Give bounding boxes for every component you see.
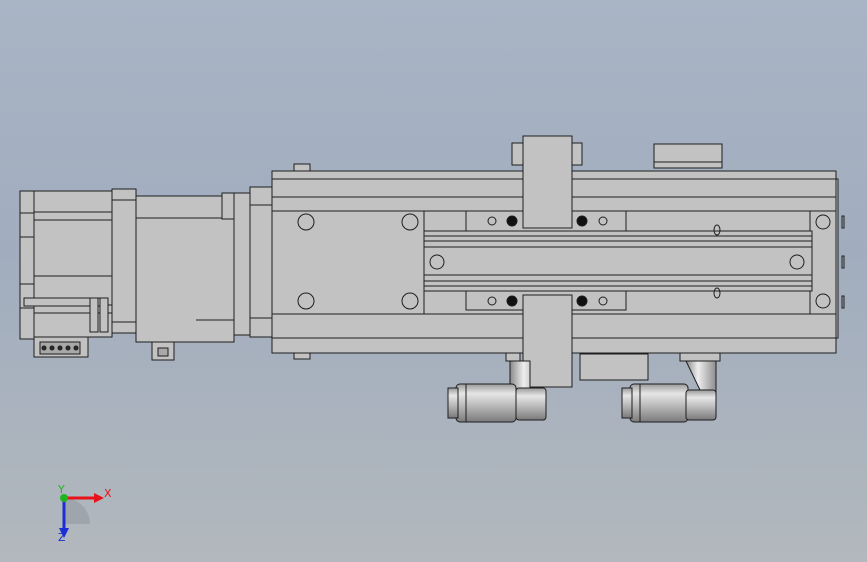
carriage-bottom-block (579, 353, 649, 381)
x-axis-arrow (94, 493, 104, 503)
linear-actuator-model[interactable] (0, 0, 867, 562)
sensor-block (653, 143, 723, 169)
carriage-plate-top (522, 135, 573, 229)
motor-adapter-plate (249, 186, 273, 338)
motor-housing-top (135, 195, 223, 219)
cad-graphics-viewport[interactable]: X Y Z (0, 0, 867, 562)
bottom-bolt-head (293, 352, 311, 360)
motor-housing (135, 217, 235, 343)
motor-flange (111, 188, 137, 334)
guide-rail (423, 230, 813, 292)
motor-rear-detail (19, 212, 35, 238)
y-axis-label: Y (58, 483, 65, 496)
z-axis-label: Z (58, 531, 66, 544)
servo-motor (19, 186, 273, 361)
coupling-plate (233, 192, 253, 336)
x-axis-label: X (104, 487, 112, 500)
triad-shade (64, 498, 90, 524)
